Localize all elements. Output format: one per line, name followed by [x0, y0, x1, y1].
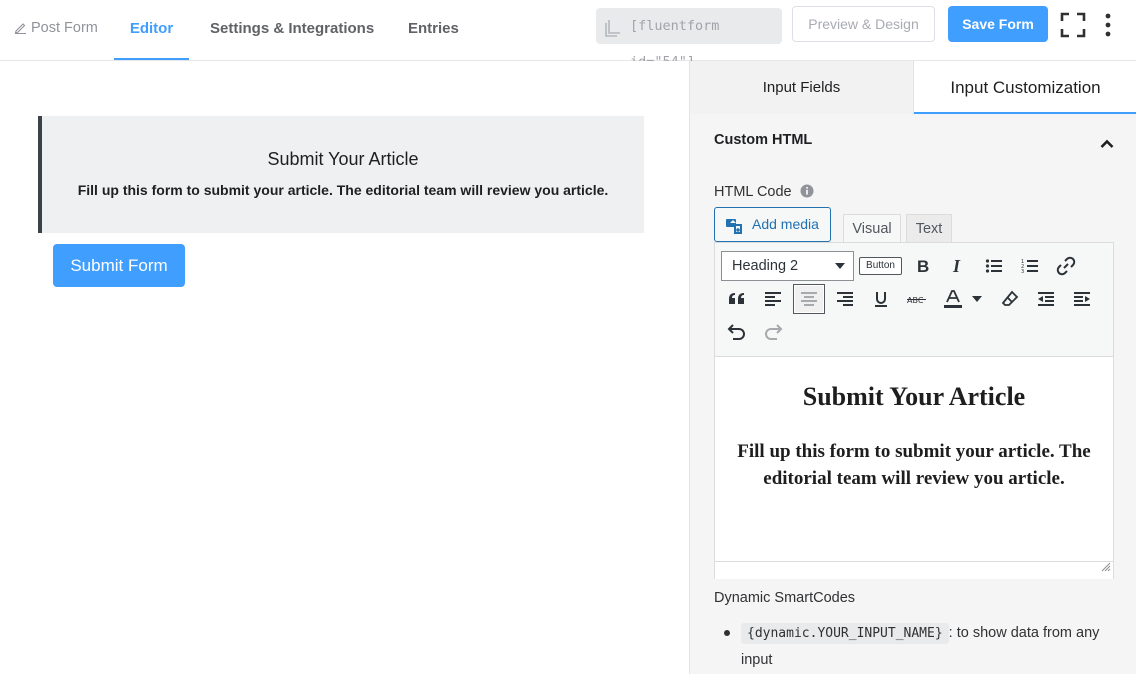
editor-content[interactable]: Submit Your Article Fill up this form to…: [715, 358, 1113, 561]
custom-html-block[interactable]: Submit Your Article Fill up this form to…: [38, 116, 644, 233]
pencil-icon: [14, 2, 27, 59]
list-item: {dynamic.YOUR_INPUT_NAME}: to show data …: [722, 620, 1122, 673]
text-color-icon[interactable]: [937, 284, 969, 314]
tab-input-fields[interactable]: Input Fields: [690, 61, 914, 114]
insert-button-button[interactable]: Button: [859, 257, 902, 275]
html-code-label: HTML Code: [714, 184, 814, 202]
resize-handle-icon[interactable]: [1101, 559, 1111, 577]
submit-form-button[interactable]: Submit Form: [53, 244, 185, 287]
editor-statusbar: [715, 561, 1113, 579]
chevron-up-icon[interactable]: [1100, 136, 1114, 154]
format-select[interactable]: Heading 2: [721, 251, 854, 281]
custom-html-section: Custom HTML HTML Code Add media Visual T…: [690, 114, 1136, 674]
section-header[interactable]: Custom HTML: [690, 114, 1114, 166]
content-text: Fill up this form to submit your article…: [737, 441, 1091, 489]
blockquote-icon[interactable]: [721, 284, 753, 314]
block-title: Submit Your Article: [267, 149, 419, 169]
more-options-icon[interactable]: [1100, 12, 1116, 43]
shortcode-copy[interactable]: [fluentform id="54"]: [596, 8, 782, 70]
section-title: Custom HTML: [714, 132, 813, 148]
undo-icon[interactable]: [721, 317, 753, 347]
tab-settings-integrations[interactable]: Settings & Integrations: [210, 0, 374, 60]
format-select-value: Heading 2: [732, 258, 799, 274]
italic-icon[interactable]: I: [942, 251, 974, 281]
block-text: Fill up this form to submit your article…: [77, 182, 609, 198]
copy-icon: [604, 16, 622, 52]
text-color-dropdown-icon[interactable]: [967, 284, 987, 314]
fullscreen-icon[interactable]: [1060, 12, 1086, 43]
bullet: [724, 630, 730, 636]
content-title: Submit Your Article: [802, 382, 1026, 411]
save-form-button[interactable]: Save Form: [948, 6, 1048, 42]
outdent-icon[interactable]: [1030, 284, 1062, 314]
svg-text:B: B: [917, 257, 929, 275]
underline-icon[interactable]: [865, 284, 897, 314]
smartcodes-list: {dynamic.YOUR_INPUT_NAME}: to show data …: [722, 620, 1122, 673]
clear-formatting-icon[interactable]: [994, 284, 1026, 314]
add-media-button[interactable]: Add media: [714, 207, 831, 242]
align-right-icon[interactable]: [829, 284, 861, 314]
form-canvas: Submit Your Article Fill up this form to…: [0, 61, 690, 674]
bullet-list-icon[interactable]: [978, 251, 1010, 281]
html-code-label-text: HTML Code: [714, 184, 792, 200]
settings-panel: Input Fields Input Customization Custom …: [689, 61, 1136, 674]
form-name: Post Form: [31, 20, 98, 36]
svg-text:I: I: [952, 257, 961, 275]
editor-toolbar: Heading 2 Button B I 123 ABC: [715, 243, 1113, 357]
link-icon[interactable]: [1050, 251, 1082, 281]
tab-visual[interactable]: Visual: [843, 214, 901, 242]
form-name-link[interactable]: Post Form: [14, 0, 98, 60]
tab-text[interactable]: Text: [906, 214, 952, 242]
top-bar: Post Form Editor Settings & Integrations…: [0, 0, 1136, 70]
preview-design-button[interactable]: Preview & Design: [792, 6, 935, 42]
smartcodes-title: Dynamic SmartCodes: [714, 590, 856, 606]
info-icon[interactable]: [800, 184, 814, 202]
smartcode-line: {dynamic.YOUR_INPUT_NAME}: to show data …: [722, 620, 1122, 673]
smartcode-code: {dynamic.YOUR_INPUT_NAME}: [741, 623, 949, 644]
numbered-list-icon[interactable]: 123: [1014, 251, 1046, 281]
svg-text:3: 3: [1021, 269, 1024, 274]
bold-icon[interactable]: B: [907, 251, 939, 281]
tab-entries[interactable]: Entries: [408, 0, 459, 60]
align-left-icon[interactable]: [757, 284, 789, 314]
panel-tabs: Input Fields Input Customization: [690, 61, 1136, 114]
align-center-icon[interactable]: [793, 284, 825, 314]
wysiwyg-editor: Heading 2 Button B I 123 ABC Submit Your…: [714, 242, 1114, 579]
tab-input-customization[interactable]: Input Customization: [914, 61, 1136, 114]
svg-text:ABC: ABC: [907, 296, 924, 305]
chevron-down-icon: [835, 263, 845, 269]
tab-editor[interactable]: Editor: [114, 0, 189, 60]
strikethrough-icon[interactable]: ABC: [901, 284, 933, 314]
add-media-label: Add media: [752, 216, 819, 232]
indent-icon[interactable]: [1066, 284, 1098, 314]
section-body: HTML Code Add media Visual Text Heading …: [690, 166, 1136, 674]
redo-icon[interactable]: [757, 317, 789, 347]
